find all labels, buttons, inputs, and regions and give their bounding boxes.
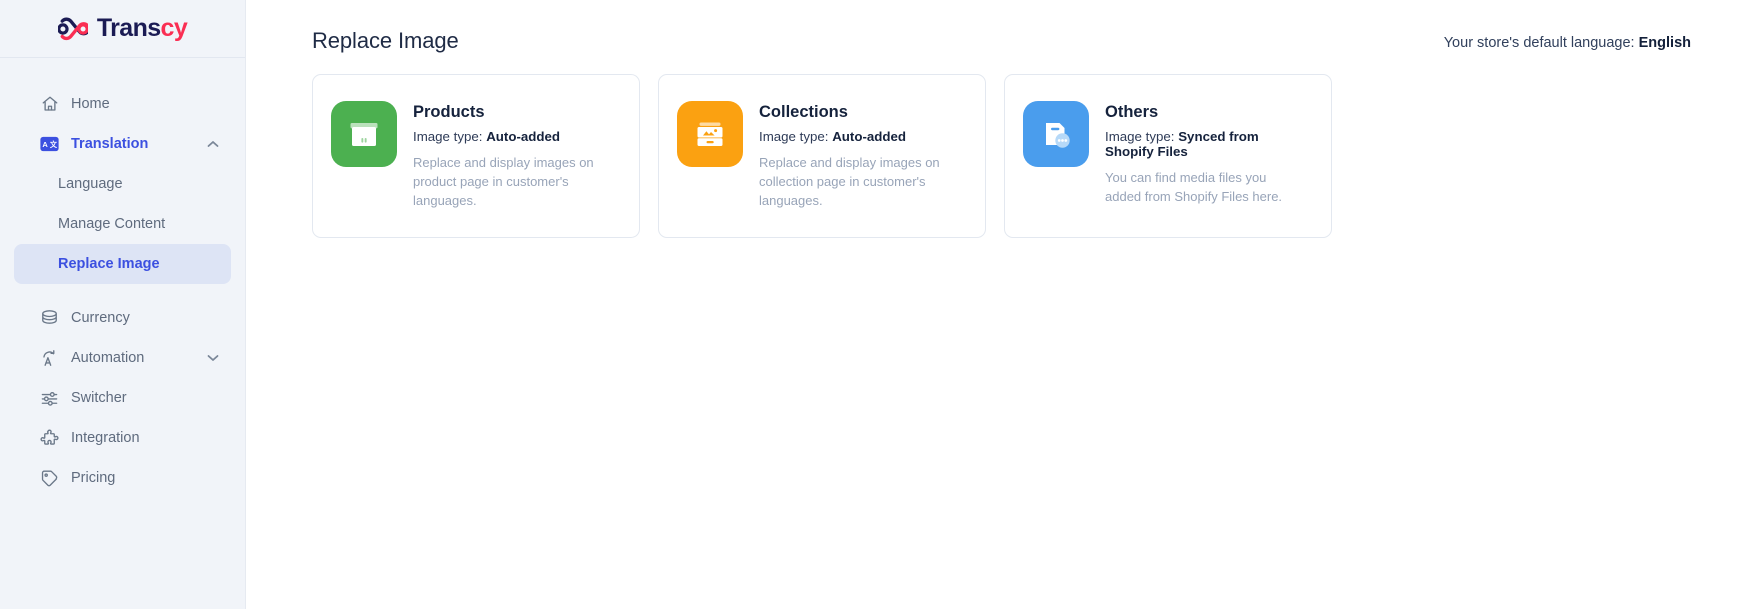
sidebar-item-replace-image[interactable]: Replace Image [14,244,231,284]
sidebar-item-label: Currency [71,310,130,326]
sidebar-item-label: Home [71,96,110,112]
svg-text:A: A [42,140,48,149]
card-type-label: Image type: [413,129,483,145]
card-products[interactable]: Products Image type: Auto-added Replace … [312,74,640,238]
svg-text:文: 文 [50,140,58,149]
sidebar-item-switcher[interactable]: Switcher [14,378,231,418]
card-type-value: Auto-added [486,129,561,145]
puzzle-icon [40,429,59,448]
coins-icon [40,309,59,328]
card-body: Others Image type: Synced from Shopify F… [1105,101,1311,207]
card-type-label: Image type: [759,129,829,145]
sidebar-item-automation[interactable]: Automation [14,338,231,378]
card-description: You can find media files you added from … [1105,170,1283,205]
sidebar-item-integration[interactable]: Integration [14,418,231,458]
sidebar-item-pricing[interactable]: Pricing [14,458,231,498]
sidebar-item-manage-content[interactable]: Manage Content [14,204,231,244]
home-icon [40,95,59,114]
card-collections[interactable]: Collections Image type: Auto-added Repla… [658,74,986,238]
card-body: Products Image type: Auto-added Replace … [413,101,613,211]
sidebar-item-label: Automation [71,350,145,366]
card-title: Products [413,103,485,121]
sliders-icon [40,389,59,408]
product-box-icon [331,101,397,167]
card-image-type: Image type: Auto-added [413,129,613,144]
card-type-label: Image type: [1105,129,1175,145]
translate-icon: A 文 [40,135,59,154]
card-image-type: Image type: Auto-added [759,129,959,144]
logo-text: Transcy [96,14,188,42]
page-title: Replace Image [312,28,459,53]
sidebar-item-label: Translation [71,136,149,152]
sidebar-item-label: Switcher [71,390,127,406]
card-description: Replace and display images on product pa… [413,155,594,209]
default-language-note: Your store's default language: English [1444,35,1691,54]
card-title: Others [1105,103,1159,121]
sidebar-nav: Home A 文 Translation Language Manage Con… [0,58,245,498]
chevron-down-icon[interactable] [206,352,219,365]
sidebar-item-language[interactable]: Language [14,164,231,204]
page-header: Replace Image Your store's default langu… [286,0,1719,54]
card-others[interactable]: Others Image type: Synced from Shopify F… [1004,74,1332,238]
sidebar-item-currency[interactable]: Currency [14,298,231,338]
default-language-label: Your store's default language: [1443,35,1635,51]
file-dots-icon [1023,101,1089,167]
sidebar-item-label: Pricing [71,470,116,486]
transcy-knot-icon [57,16,88,40]
tag-icon [40,469,59,488]
main-content: Replace Image Your store's default langu… [246,0,1759,609]
logo-text-cy: cy [160,14,188,42]
sidebar-item-home[interactable]: Home [14,84,231,124]
sidebar-item-label: Language [58,176,123,192]
auto-translate-icon [40,349,59,368]
image-type-cards: Products Image type: Auto-added Replace … [286,54,1719,238]
sidebar-item-label: Integration [71,430,140,446]
logo-area: Transcy [0,0,245,58]
card-description: Replace and display images on collection… [759,155,940,209]
card-body: Collections Image type: Auto-added Repla… [759,101,959,211]
app-root: Transcy Home A 文 Translation Language Ma… [0,0,1759,609]
sidebar-item-label: Manage Content [58,216,166,232]
chevron-up-icon[interactable] [206,138,219,151]
transcy-logo[interactable]: Transcy [57,14,188,43]
logo-text-trans: Trans [96,14,161,42]
default-language-value: English [1638,35,1691,51]
card-title: Collections [759,103,848,121]
sidebar: Transcy Home A 文 Translation Language Ma… [0,0,246,609]
sidebar-item-translation[interactable]: A 文 Translation [14,124,231,164]
collection-gallery-icon [677,101,743,167]
card-type-value: Auto-added [832,129,907,145]
sidebar-item-label: Replace Image [58,256,160,272]
card-image-type: Image type: Synced from Shopify Files [1105,129,1311,159]
